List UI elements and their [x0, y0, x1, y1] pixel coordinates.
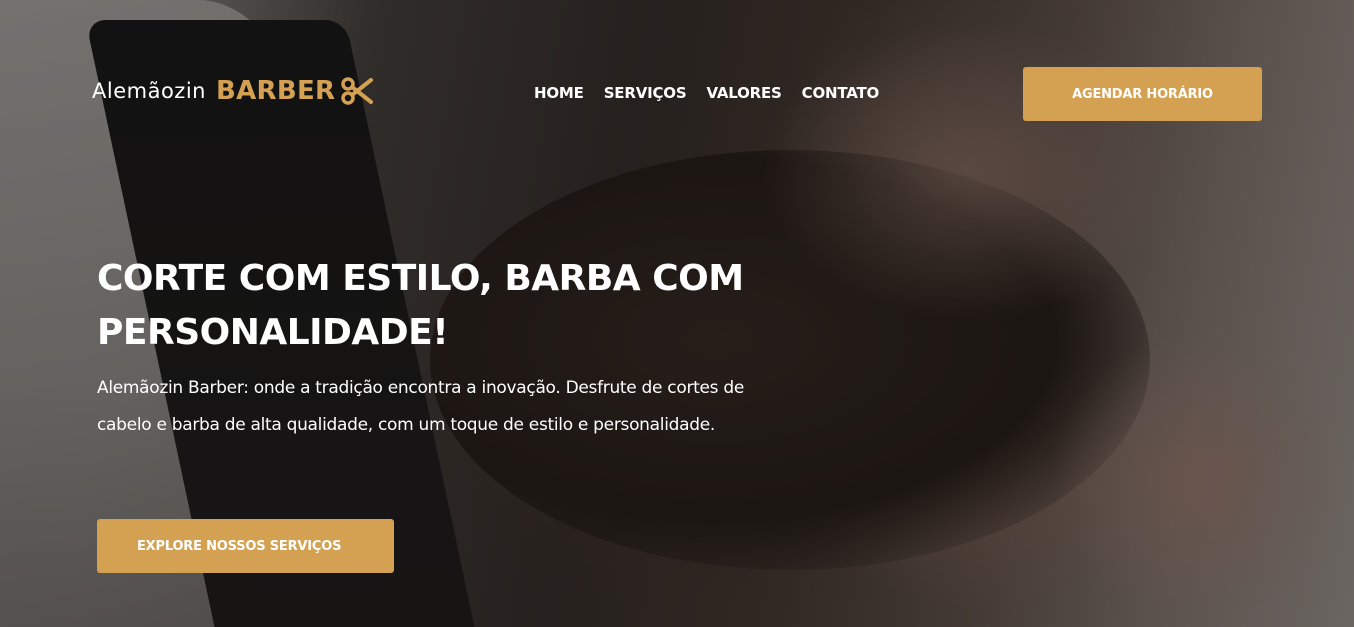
scissors-icon: [341, 76, 374, 106]
nav-valores[interactable]: VALORES: [706, 84, 781, 102]
background-photo-face: [1050, 330, 1350, 627]
logo[interactable]: Alemãozin BARBER: [92, 76, 374, 106]
logo-brand: BARBER: [215, 76, 336, 106]
hero-description: Alemãozin Barber: onde a tradição encont…: [97, 378, 744, 435]
background-photo-hand: [760, 20, 1180, 320]
nav-home[interactable]: HOME: [534, 84, 584, 102]
background-photo-hair: [430, 150, 1150, 570]
hero-title: CORTE COM ESTILO, BARBA COM PERSONALIDAD…: [97, 258, 744, 353]
nav-servicos[interactable]: SERVIÇOS: [604, 84, 687, 102]
hero-section: Alemãozin BARBER HOME SERVIÇOS VALORES C…: [0, 0, 1354, 627]
explore-services-button[interactable]: EXPLORE NOSSOS SERVIÇOS: [97, 519, 394, 573]
nav-contato[interactable]: CONTATO: [802, 84, 880, 102]
logo-name: Alemãozin: [92, 79, 206, 103]
schedule-button[interactable]: AGENDAR HORÁRIO: [1023, 67, 1262, 121]
main-nav: HOME SERVIÇOS VALORES CONTATO: [534, 84, 879, 102]
